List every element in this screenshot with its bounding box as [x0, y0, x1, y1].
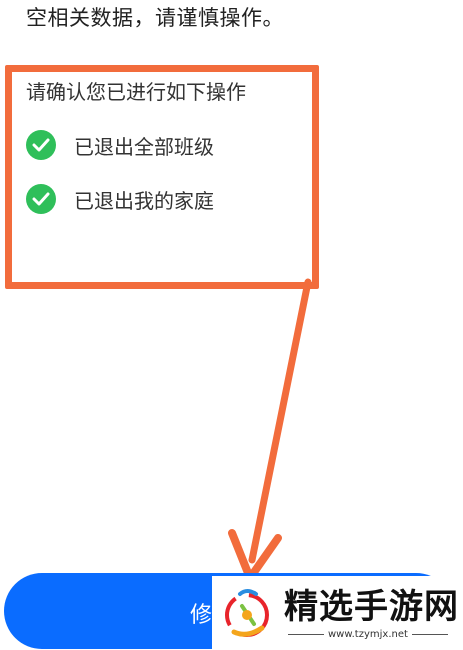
watermark-url-row: www.tzymjx.net	[284, 629, 459, 640]
annotation-arrow-icon	[228, 278, 312, 582]
divider	[411, 633, 448, 635]
watermark-site-name: 精选手游网	[284, 586, 459, 627]
primary-action-label: 修	[190, 603, 213, 628]
site-logo-icon	[225, 589, 269, 637]
divider	[288, 633, 324, 635]
watermark-url: www.tzymjx.net	[328, 628, 408, 640]
watermark: 精选手游网 www.tzymjx.net	[212, 576, 463, 650]
